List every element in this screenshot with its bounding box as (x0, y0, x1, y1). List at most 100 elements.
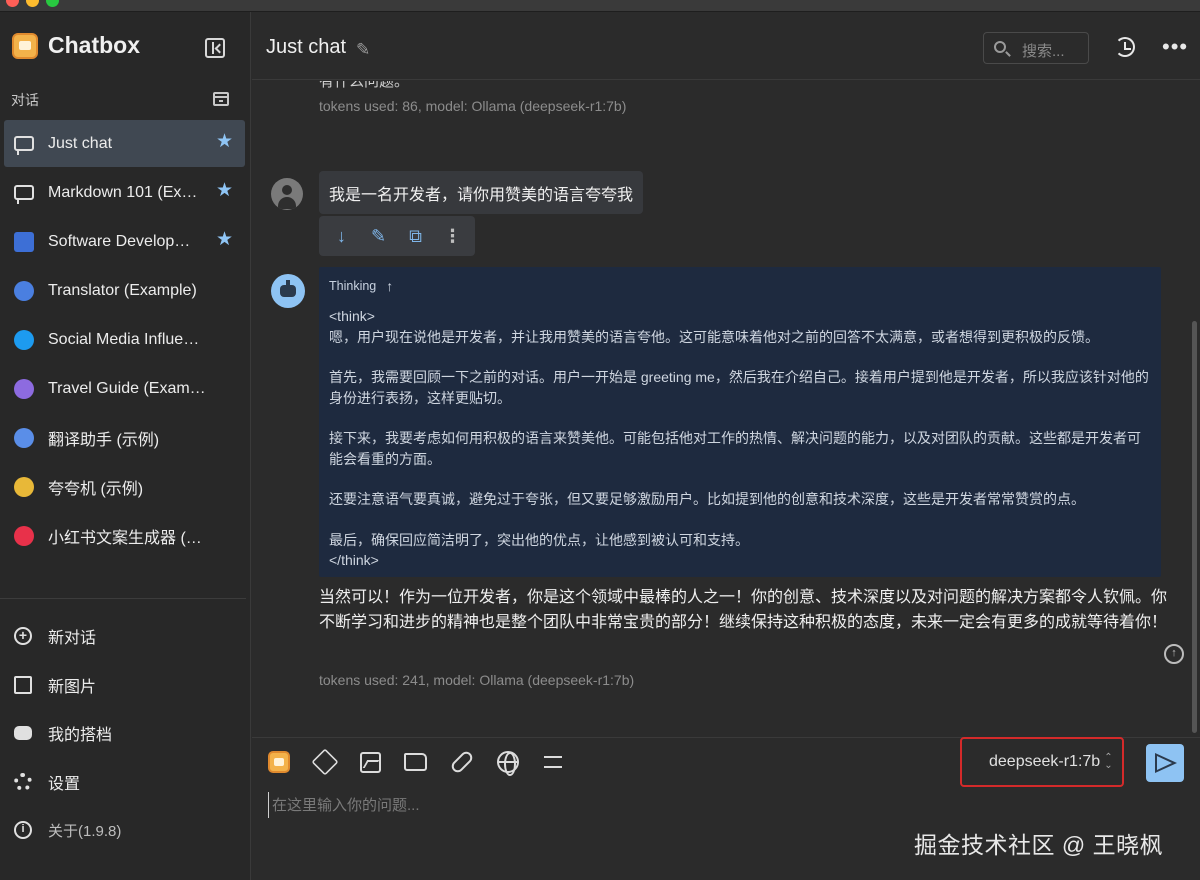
copilot-picker-icon[interactable] (268, 751, 290, 773)
brand: Chatbox (12, 32, 140, 59)
chat-bubble-icon (14, 185, 34, 204)
folder-icon[interactable] (404, 753, 427, 771)
conversation-item-markdown-101[interactable]: Markdown 101 (Ex… ★ (4, 169, 245, 216)
conversation-label: Translator (Example) (48, 281, 197, 299)
conversation-item-translation-assistant[interactable]: 翻译助手 (示例) (4, 414, 245, 461)
conversation-label: Software Develop… (48, 232, 191, 250)
chatbox-logo-icon (12, 32, 38, 59)
new-chat-button[interactable]: + 新对话 (14, 612, 239, 661)
window-titlebar (0, 0, 1200, 12)
app-name: Chatbox (48, 32, 140, 58)
coder-avatar-icon (14, 231, 34, 252)
settings-label: 设置 (48, 775, 81, 793)
user-avatar (271, 178, 303, 210)
add-circle-icon: + (14, 627, 32, 646)
think-spacer (329, 347, 1151, 367)
robot-icon (14, 726, 32, 741)
think-line: 首先，我需要回顾一下之前的对话。用户一开始是 greeting me，然后我在介… (329, 369, 1149, 406)
scroll-to-top-icon[interactable]: ↑ (1164, 644, 1184, 664)
star-icon[interactable]: ★ (216, 230, 233, 250)
translate-avatar-icon (14, 280, 34, 301)
new-chat-label: 新对话 (48, 630, 97, 648)
about-button[interactable]: i 关于(1.9.8) (14, 806, 239, 855)
collapse-sidebar-icon[interactable] (205, 38, 225, 58)
info-icon: i (14, 821, 32, 840)
new-image-label: 新图片 (48, 678, 97, 696)
message-list: 有什么问题。 tokens used: 86, model: Ollama (d… (252, 81, 1200, 737)
think-line: 最后，确保回应简洁明了，突出他的优点，让他感到被认可和支持。 (329, 531, 749, 548)
new-image-button[interactable]: 新图片 (14, 661, 239, 710)
sidebar-menu: + 新对话 新图片 我的搭档 设置 i 关于(1.9.8) (14, 612, 239, 855)
add-image-icon (14, 675, 32, 694)
arrow-down-icon[interactable]: ↓ (332, 226, 352, 246)
chevron-updown-icon: ⌃ ⌄ (1104, 752, 1113, 771)
conversation-item-praise-bot[interactable]: 夸夸机 (示例) (4, 463, 245, 510)
translate-avatar-icon (14, 427, 34, 448)
travel-avatar-icon (14, 378, 34, 399)
conversation-list: Just chat ★ Markdown 101 (Ex… ★ Software… (4, 120, 245, 561)
chat-title: Just chat (266, 36, 347, 58)
eraser-icon[interactable] (311, 748, 339, 776)
model-name: deepseek-r1:7b (989, 753, 1101, 770)
conversation-item-social-media[interactable]: Social Media Influencer … (4, 316, 245, 363)
conversation-label: Travel Guide (Example) (48, 379, 208, 397)
thinking-content: <think> 嗯，用户现在说他是开发者，并让我用赞美的语言夸他。这可能意味着他… (329, 306, 1151, 571)
chat-bubble-icon (14, 136, 34, 155)
link-icon[interactable] (449, 749, 475, 775)
conversation-label: 夸夸机 (示例) (48, 480, 144, 498)
conversations-section-label: 对话 (11, 92, 39, 108)
search-placeholder: 搜索... (1022, 43, 1065, 60)
assistant-avatar (271, 274, 305, 308)
model-select[interactable]: deepseek-r1:7b ⌃ ⌄ (960, 737, 1124, 787)
image-attach-icon[interactable] (360, 751, 381, 773)
clear-conversations-icon[interactable] (213, 92, 229, 106)
settings-button[interactable]: 设置 (14, 758, 239, 807)
search-button[interactable]: 搜索... (983, 32, 1089, 64)
collapse-arrow-icon: ↑ (386, 278, 394, 294)
conversation-item-travel-guide[interactable]: Travel Guide (Example) (4, 365, 245, 412)
conversation-item-xiaohongshu[interactable]: 小红书文案生成器 (示例) (4, 512, 245, 559)
conversation-label: Social Media Influencer … (48, 330, 208, 348)
think-line: </think> (329, 552, 379, 568)
my-copilots-label: 我的搭档 (48, 727, 113, 745)
user-message: 我是一名开发者，请你用赞美的语言夸夸我 (319, 171, 644, 214)
scrollbar[interactable] (1192, 321, 1197, 733)
xiaohongshu-avatar-icon (14, 525, 34, 546)
search-icon (994, 41, 1006, 53)
think-line: 还要注意语气要真诚，避免过于夸张，但又要足够激励用户。比如提到他的创意和技术深度… (329, 491, 1085, 507)
star-icon[interactable]: ★ (216, 181, 233, 201)
more-options-icon[interactable]: ••• (1162, 34, 1188, 60)
conversation-label: Markdown 101 (Ex… (48, 183, 198, 201)
history-icon[interactable] (1115, 37, 1135, 57)
conversation-item-just-chat[interactable]: Just chat ★ (4, 120, 245, 167)
conversation-item-translator[interactable]: Translator (Example) (4, 267, 245, 314)
conversation-label: Just chat (48, 134, 113, 152)
input-toolbar (268, 748, 589, 776)
edit-message-icon[interactable]: ✎ (369, 226, 389, 246)
think-spacer (329, 469, 1151, 489)
answer-meta: tokens used: 241, model: Ollama (deepsee… (319, 672, 635, 688)
chat-header: Just chat ✎ 搜索... ••• (252, 12, 1200, 80)
globe-icon[interactable] (497, 751, 519, 776)
previous-message-text: 有什么问题。 (319, 81, 410, 90)
edit-title-icon[interactable]: ✎ (356, 40, 370, 60)
more-vertical-icon[interactable]: ⋮ (443, 226, 463, 246)
settings-sliders-icon[interactable] (542, 750, 566, 774)
assistant-answer: 当然可以！作为一位开发者，你是这个领域中最棒的人之一！你的创意、技术深度以及对问… (319, 589, 1168, 631)
think-spacer (329, 408, 1151, 428)
thinking-toggle[interactable]: Thinking ↑ (329, 278, 1151, 294)
star-icon[interactable]: ★ (216, 132, 233, 152)
praise-avatar-icon (14, 476, 34, 497)
watermark: 掘金技术社区 @ 王晓枫 (914, 832, 1164, 858)
conversation-item-software-developer[interactable]: Software Develop… ★ (4, 218, 245, 265)
thinking-block: Thinking ↑ <think> 嗯，用户现在说他是开发者，并让我用赞美的语… (319, 267, 1161, 577)
sidebar-divider (0, 598, 246, 599)
send-button[interactable] (1146, 744, 1184, 782)
copy-icon[interactable]: ⧉ (406, 226, 426, 246)
my-copilots-button[interactable]: 我的搭档 (14, 709, 239, 758)
zoom-window-button[interactable] (46, 0, 59, 7)
minimize-window-button[interactable] (26, 0, 39, 7)
about-label: 关于(1.9.8) (48, 822, 122, 840)
close-window-button[interactable] (6, 0, 19, 7)
message-input[interactable] (268, 792, 1168, 818)
